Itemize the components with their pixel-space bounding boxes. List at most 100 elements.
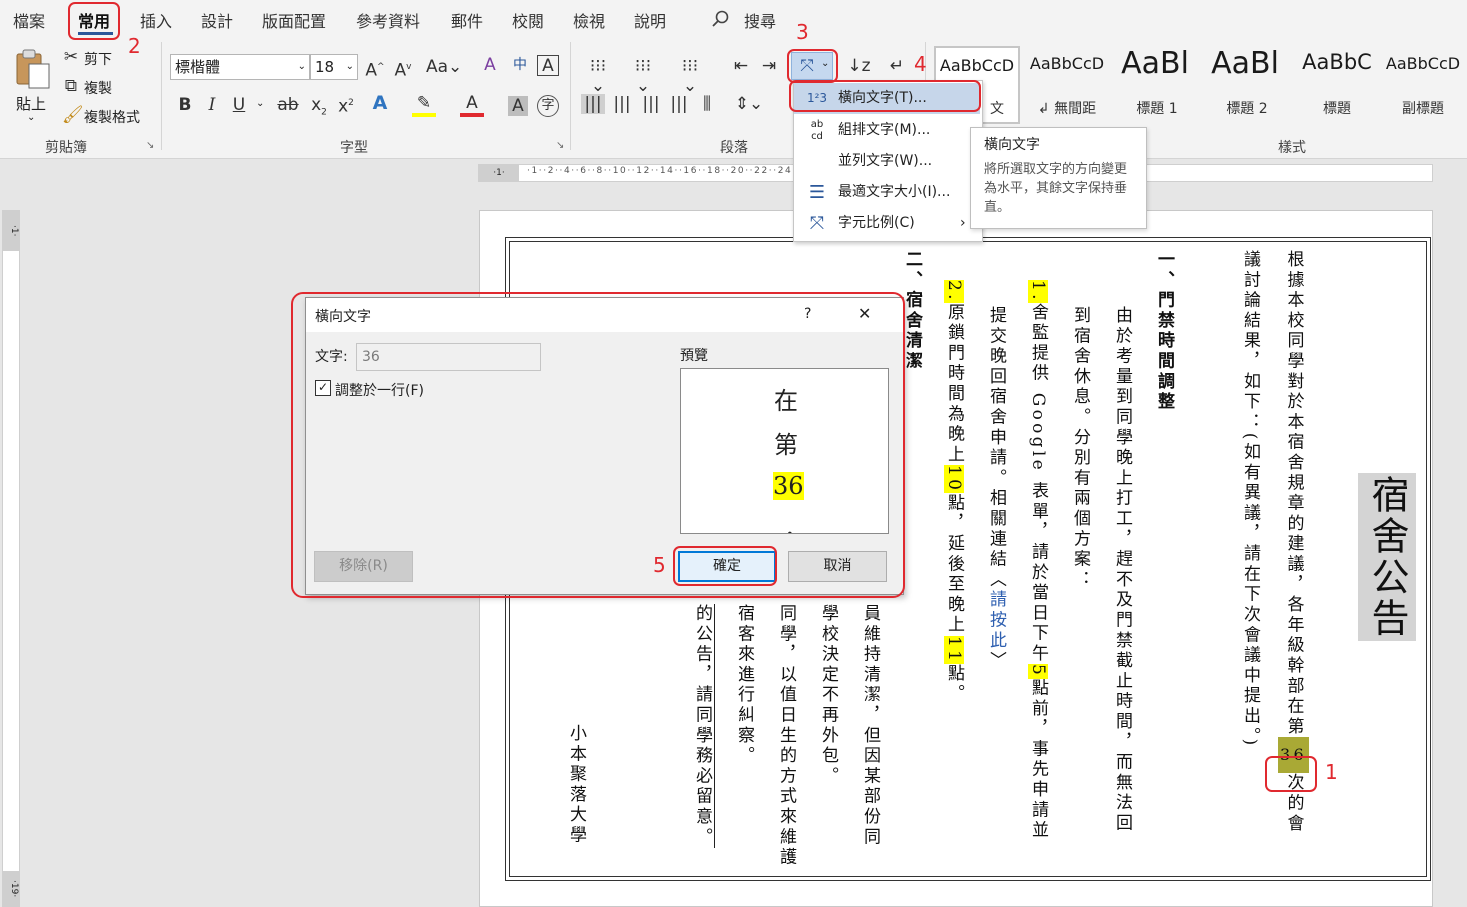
paragraph-group-label: 段落	[720, 140, 748, 156]
enclose-characters-icon[interactable]: 字	[537, 95, 559, 117]
clipboard-group-label: 剪貼簿	[45, 140, 87, 156]
copy-icon: ⧉	[64, 76, 78, 96]
font-color-icon[interactable]: A	[460, 93, 484, 117]
hyperlink[interactable]: 請按此	[986, 590, 1006, 651]
style-sample: AaBbC	[1302, 50, 1372, 74]
font-name-combo[interactable]: 標楷體 ⌄	[170, 54, 310, 80]
text-column: 員維持清潔，但因某部份同	[860, 604, 880, 848]
tab-mailings[interactable]: 郵件	[451, 8, 483, 32]
ruler-margin: ·19·	[3, 871, 19, 906]
text-column: 的公告，請同學務必留意。	[690, 604, 715, 848]
shrink-font-icon[interactable]: Av	[392, 57, 414, 81]
sort-icon[interactable]: ↓z	[846, 56, 872, 76]
bullets-icon[interactable]: ⁝⁝⁝⌄	[583, 56, 613, 96]
character-border-icon[interactable]: A	[537, 55, 559, 76]
styles-group-label: 樣式	[1278, 140, 1306, 156]
tab-help[interactable]: 說明	[634, 8, 666, 32]
menu-item-fit-text[interactable]: ☰ 最適文字大小(I)...	[794, 177, 980, 208]
character-shading-icon[interactable]: A	[508, 96, 528, 116]
copy-button[interactable]: ⧉ 複製	[62, 76, 132, 98]
menu-item-two-lines-in-one[interactable]: 並列文字(W)...	[794, 146, 980, 177]
style-name: ↲ 無間距	[1037, 101, 1097, 117]
style-name: 標題 1	[1136, 101, 1178, 117]
tab-design[interactable]: 設計	[201, 8, 233, 32]
list-item: 1.舍監提供 Google 表單，請於當日下午5點前，事先申請並	[1028, 280, 1048, 841]
fit-text-icon: ☰	[808, 182, 826, 203]
text-column: 宿客來進行糾察。	[734, 604, 754, 767]
cut-label: 剪下	[84, 52, 112, 68]
annotation-number: 4	[914, 52, 927, 76]
show-marks-icon[interactable]: ↵	[884, 56, 910, 76]
font-size-combo[interactable]: 18 ⌄	[310, 54, 358, 80]
search-label[interactable]: 搜尋	[744, 8, 776, 32]
clipboard-icon	[16, 49, 50, 89]
style-heading-1[interactable]: AaBl 標題 1	[1114, 46, 1200, 124]
style-sample: AaBbCcD	[1385, 54, 1461, 73]
clear-formatting-icon[interactable]: A	[478, 55, 502, 75]
style-subtitle[interactable]: AaBbCcD 副標題	[1380, 46, 1466, 124]
text-column: 提交晚回宿舍申請。相關連結〈請按此〉	[986, 306, 1006, 672]
distribute-lines-icon[interactable]: ⫼	[695, 94, 719, 114]
tab-references[interactable]: 參考資料	[356, 8, 420, 32]
increase-indent-icon[interactable]: ⇥	[758, 56, 780, 76]
menu-item-label: 組排文字(M)...	[838, 122, 931, 138]
chevron-right-icon: ›	[960, 215, 966, 231]
section-heading: 一、門禁時間調整	[1154, 250, 1174, 413]
decrease-indent-icon[interactable]: ⇤	[730, 56, 752, 76]
highlight-color-icon[interactable]: ✎	[412, 93, 436, 117]
italic-icon[interactable]: I	[203, 95, 221, 115]
tab-layout[interactable]: 版面配置	[262, 8, 326, 32]
tab-view[interactable]: 檢視	[573, 8, 605, 32]
style-heading-2[interactable]: AaBl 標題 2	[1204, 46, 1290, 124]
style-title[interactable]: AaBbC 標題	[1294, 46, 1380, 124]
format-painter-button[interactable]: 🖌 複製格式	[62, 105, 152, 127]
chevron-down-icon[interactable]: ⌄	[256, 98, 264, 109]
grow-font-icon[interactable]: A^	[364, 57, 386, 81]
dialog-launcher-icon[interactable]: ↘	[146, 140, 154, 151]
style-no-spacing[interactable]: AaBbCcD ↲ 無間距	[1024, 46, 1110, 124]
align-bottom-icon[interactable]: |||	[639, 94, 663, 114]
text-effects-icon[interactable]: A	[368, 93, 392, 113]
align-center-icon[interactable]: |||	[610, 94, 634, 114]
dialog-launcher-icon[interactable]: ↘	[556, 140, 564, 151]
menu-item-label: 並列文字(W)...	[838, 153, 933, 169]
subscript-icon[interactable]: x2	[309, 95, 329, 122]
style-sample: AaBbCcD	[1029, 54, 1105, 73]
search-box[interactable]	[708, 6, 748, 32]
menu-item-character-scaling[interactable]: ⤧ 字元比例(C) ›	[794, 208, 980, 239]
line-spacing-icon[interactable]: ⇕⌄	[732, 94, 766, 114]
distributed-icon[interactable]: |||	[667, 94, 691, 114]
tab-file[interactable]: 檔案	[13, 8, 45, 32]
vertical-ruler[interactable]: ·1· ·19·	[2, 210, 20, 907]
numbering-icon[interactable]: ⁝⁝⁝⌄	[628, 56, 658, 96]
list-item: 2.原鎖門時間為晚上10點，延後至晚上11點。	[944, 280, 964, 705]
paste-button[interactable]: 貼上 ⌄	[10, 46, 56, 126]
font-group-label: 字型	[340, 140, 368, 156]
annotation-highlight	[68, 2, 120, 40]
underline-icon[interactable]: U	[230, 95, 248, 115]
annotation-number: 3	[796, 20, 809, 44]
text-column: 議討論結果，如下：(如有異議，請在下次會議中提出。)	[1240, 250, 1260, 749]
font-size-value: 18	[315, 58, 335, 76]
annotation-highlight	[789, 80, 981, 112]
tab-review[interactable]: 校閱	[512, 8, 544, 32]
multilevel-list-icon[interactable]: ⁝⁝⁝⌄	[675, 56, 705, 96]
chevron-down-icon: ⌄	[297, 61, 306, 72]
tab-insert[interactable]: 插入	[140, 8, 172, 32]
group-separator	[161, 42, 162, 150]
bold-icon[interactable]: B	[176, 95, 194, 115]
ruler-margin: ·1·	[3, 211, 19, 251]
phonetic-guide-icon[interactable]: 中	[508, 55, 532, 75]
format-painter-label: 複製格式	[84, 110, 140, 126]
signature: 小本聚落大學	[566, 724, 586, 846]
tooltip: 橫向文字 將所選取文字的方向變更為水平，其餘文字保持垂直。	[970, 127, 1147, 229]
superscript-icon[interactable]: x2	[336, 93, 356, 117]
menu-item-combine-characters[interactable]: ab cd 組排文字(M)...	[794, 115, 980, 146]
change-case-icon[interactable]: Aa⌄	[426, 57, 462, 77]
cut-button[interactable]: ✂ 剪下	[62, 47, 132, 69]
chevron-down-icon: ⌄	[345, 61, 354, 72]
strikethrough-icon[interactable]: ab	[276, 95, 300, 115]
align-justify-icon[interactable]: |||	[581, 94, 605, 114]
search-icon	[712, 10, 729, 27]
format-painter-icon: 🖌	[62, 105, 84, 125]
